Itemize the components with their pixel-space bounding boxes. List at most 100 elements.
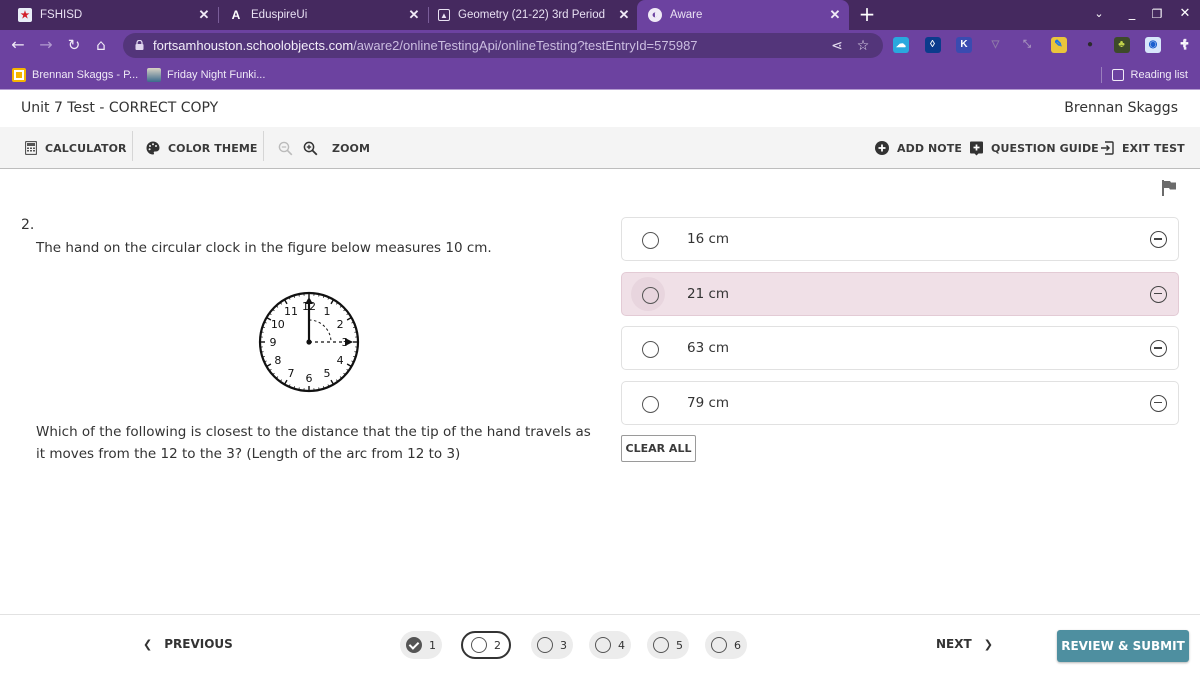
color-theme-label: COLOR THEME <box>168 141 258 155</box>
circle-icon <box>653 637 669 653</box>
flag-icon[interactable] <box>1162 180 1176 196</box>
question-page-5[interactable]: 5 <box>647 631 689 659</box>
radio-button[interactable] <box>642 341 659 358</box>
bookmark-brennan-slides[interactable]: Brennan Skaggs - P... <box>12 67 138 83</box>
review-submit-button[interactable]: REVIEW & SUBMIT <box>1057 630 1189 662</box>
exit-icon <box>1100 141 1114 155</box>
eliminate-minus-circle-icon[interactable] <box>1150 231 1167 248</box>
radio-button[interactable] <box>642 286 659 304</box>
eliminate-minus-circle-icon[interactable] <box>1150 394 1167 412</box>
pear-extension-icon[interactable]: ♣ <box>1113 37 1130 53</box>
divider <box>263 131 264 161</box>
choice-label: 21 cm <box>687 285 730 302</box>
lock-icon <box>135 40 144 50</box>
clock-number: 1 <box>324 305 331 318</box>
kami-extension-icon[interactable]: K <box>956 37 972 53</box>
address-bar[interactable]: fortsamhouston.schoolobjects.com/aware2/… <box>123 33 883 58</box>
clock-tick <box>260 331 264 333</box>
previous-button[interactable]: ❮ PREVIOUS <box>143 637 233 651</box>
share-icon[interactable]: ⋖ <box>828 37 846 55</box>
globe-icon: ◐ <box>648 8 662 22</box>
clock-center <box>306 339 312 345</box>
close-icon[interactable]: ✕ <box>616 7 632 23</box>
tab-title: Geometry (21-22) 3rd Period <box>458 9 606 21</box>
tab-aware[interactable]: ◐ Aware ✕ <box>637 0 849 30</box>
clock-number: 5 <box>324 367 331 380</box>
answer-choice[interactable]: 79 cm <box>621 380 1179 425</box>
question-page-4[interactable]: 4 <box>589 631 631 659</box>
window-close-icon[interactable]: ✕ <box>1175 4 1195 24</box>
clock-number: 4 <box>337 354 344 367</box>
color-theme-button[interactable]: COLOR THEME <box>146 127 257 169</box>
question-guide-label: QUESTION GUIDE <box>991 141 1099 155</box>
clock-number: 11 <box>284 305 298 318</box>
circle-icon <box>595 637 611 653</box>
eliminate-minus-circle-icon[interactable] <box>1150 285 1167 303</box>
paint-extension-icon[interactable]: ● <box>1082 37 1098 53</box>
star-icon[interactable]: ☆ <box>854 37 872 55</box>
arrows-extension-icon[interactable]: ⤡ <box>1019 37 1035 53</box>
browser-window: ★ FSHISD ✕ A EduspireUi ✕ ▲ Geometry (21… <box>0 0 1200 675</box>
bookmark-label: Brennan Skaggs - P... <box>32 69 139 81</box>
eliminate-minus-circle-icon[interactable] <box>1150 340 1167 357</box>
question-page-6[interactable]: 6 <box>705 631 747 659</box>
bookmarks-bar: Brennan Skaggs - P... Friday Night Funki… <box>0 60 1200 90</box>
minimize-icon[interactable]: _ <box>1122 4 1142 24</box>
question-page-3[interactable]: 3 <box>531 631 573 659</box>
tab-eduspireui[interactable]: A EduspireUi ✕ <box>218 0 429 30</box>
forward-arrow-icon[interactable]: → <box>36 35 56 55</box>
reload-icon[interactable]: ↻ <box>64 35 84 55</box>
game-icon <box>147 68 161 82</box>
tab-fshisd[interactable]: ★ FSHISD ✕ <box>0 0 219 30</box>
answer-choice[interactable]: 16 cm <box>621 217 1179 261</box>
exit-test-button[interactable]: EXIT TEST <box>1100 127 1185 169</box>
screen-extension-icon[interactable]: ◉ <box>1145 37 1161 53</box>
choice-label: 16 cm <box>687 231 730 247</box>
radio-button[interactable] <box>642 395 659 413</box>
back-arrow-icon[interactable]: ← <box>8 35 28 55</box>
radio-button[interactable] <box>642 232 659 249</box>
clock-number: 2 <box>337 318 344 331</box>
bookmark-friday-night-funkin[interactable]: Friday Night Funki... <box>147 67 265 83</box>
clock-number: 7 <box>288 367 295 380</box>
close-icon[interactable]: ✕ <box>196 7 212 23</box>
question-guide-icon <box>970 141 983 156</box>
test-header: Unit 7 Test - CORRECT COPY Brennan Skagg… <box>0 91 1200 127</box>
add-note-button[interactable]: ADD NOTE <box>875 127 962 169</box>
home-icon[interactable]: ⌂ <box>91 35 111 55</box>
new-tab-button[interactable]: + <box>856 3 878 25</box>
zoom-in-button[interactable]: ZOOM <box>303 127 370 169</box>
clock-number: 9 <box>270 336 277 349</box>
next-button[interactable]: NEXT ❯ <box>936 637 993 651</box>
zoom-out-button[interactable] <box>278 127 301 169</box>
cloud-extension-icon[interactable]: ☁ <box>893 37 909 53</box>
test-title: Unit 7 Test - CORRECT COPY <box>21 100 219 116</box>
tab-strip: ★ FSHISD ✕ A EduspireUi ✕ ▲ Geometry (21… <box>0 0 1200 30</box>
tab-geometry[interactable]: ▲ Geometry (21-22) 3rd Period ✕ <box>428 0 638 30</box>
clock-figure: 121234567891011 <box>258 291 360 393</box>
url-text[interactable]: fortsamhouston.schoolobjects.com/aware2/… <box>153 33 698 58</box>
clock-tick <box>354 331 358 333</box>
tab-search-chevron-icon[interactable]: ⌄ <box>1089 4 1109 24</box>
tab-title: FSHISD <box>40 9 83 21</box>
restore-icon[interactable]: ❐ <box>1147 4 1167 24</box>
calculator-button[interactable]: CALCULATOR <box>25 127 127 169</box>
zoom-in-icon <box>303 141 318 156</box>
reading-list-button[interactable]: Reading list <box>1100 67 1188 83</box>
shield-extension-icon[interactable]: ▽ <box>988 37 1004 53</box>
answer-choice[interactable]: 63 cm <box>621 326 1179 370</box>
question-page-1[interactable]: 1 <box>400 631 442 659</box>
compass-extension-icon[interactable]: ✎ <box>1050 37 1067 53</box>
close-icon[interactable]: ✕ <box>406 7 422 23</box>
question-page-2[interactable]: 2 <box>461 631 511 659</box>
clock-tick <box>354 351 358 353</box>
menu-kebab-icon[interactable]: ⋮ <box>1175 35 1195 55</box>
add-note-label: ADD NOTE <box>897 141 962 155</box>
bookmark-label: Friday Night Funki... <box>167 69 266 81</box>
calculator-label: CALCULATOR <box>45 141 127 155</box>
answer-choice[interactable]: 21 cm <box>621 271 1179 316</box>
clear-all-button[interactable]: CLEAR ALL <box>621 435 696 462</box>
question-guide-button[interactable]: QUESTION GUIDE <box>970 127 1099 169</box>
close-icon[interactable]: ✕ <box>827 7 843 23</box>
bitwarden-extension-icon[interactable]: ◊ <box>924 37 941 53</box>
